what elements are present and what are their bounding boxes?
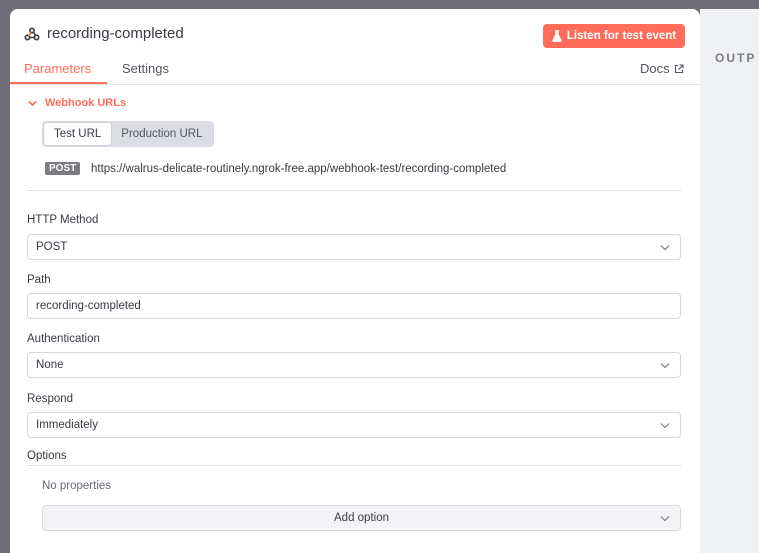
panel-header: recording-completed Listen for test even… [10,9,700,85]
webhook-icon [24,27,40,41]
node-title: recording-completed [47,25,184,42]
tab-settings[interactable]: Settings [122,61,169,76]
listen-button-label: Listen for test event [566,30,677,42]
webhook-urls-label: Webhook URLs [45,97,127,109]
path-input[interactable]: recording-completed [27,293,681,319]
respond-select[interactable]: Immediately [27,412,681,438]
flask-icon [552,30,562,42]
chevron-down-icon [660,363,670,369]
http-method-label: HTTP Method [27,214,99,226]
output-label: OUTP [715,51,757,65]
webhook-url[interactable]: https://walrus-delicate-routinely.ngrok-… [91,163,506,175]
listen-for-test-event-button[interactable]: Listen for test event [543,24,685,48]
respond-label: Respond [27,393,74,405]
canvas-backdrop [0,0,759,9]
chevron-down-icon [28,100,37,106]
respond-value: Immediately [36,419,98,431]
add-option-label: Add option [334,512,389,524]
test-url-option[interactable]: Test URL [44,123,112,145]
no-properties-text: No properties [42,480,112,492]
url-type-switch: Test URL Production URL [42,121,215,147]
http-method-select[interactable]: POST [27,234,681,260]
method-badge: POST [45,162,81,175]
chevron-down-icon [660,423,670,429]
tab-parameters[interactable]: Parameters [24,61,91,76]
output-panel: OUTP [700,9,759,553]
authentication-label: Authentication [27,333,100,345]
http-method-value: POST [36,241,68,253]
options-label: Options [27,450,67,462]
production-url-option[interactable]: Production URL [111,123,212,145]
options-divider [27,465,681,466]
docs-link[interactable]: Docs [640,61,684,76]
add-option-button[interactable]: Add option [42,505,681,531]
chevron-down-icon [660,245,670,251]
section-divider [27,190,681,191]
path-value: recording-completed [36,300,141,312]
chevron-down-icon [660,516,670,522]
authentication-value: None [36,359,64,371]
webhook-urls-toggle[interactable]: Webhook URLs [28,97,126,109]
authentication-select[interactable]: None [27,352,681,378]
path-label: Path [27,274,51,286]
parameters-body: Webhook URLs Test URL Production URL POS… [10,85,700,553]
docs-label: Docs [640,61,670,76]
node-parameters-panel: recording-completed Listen for test even… [10,9,700,553]
external-link-icon [674,63,684,73]
